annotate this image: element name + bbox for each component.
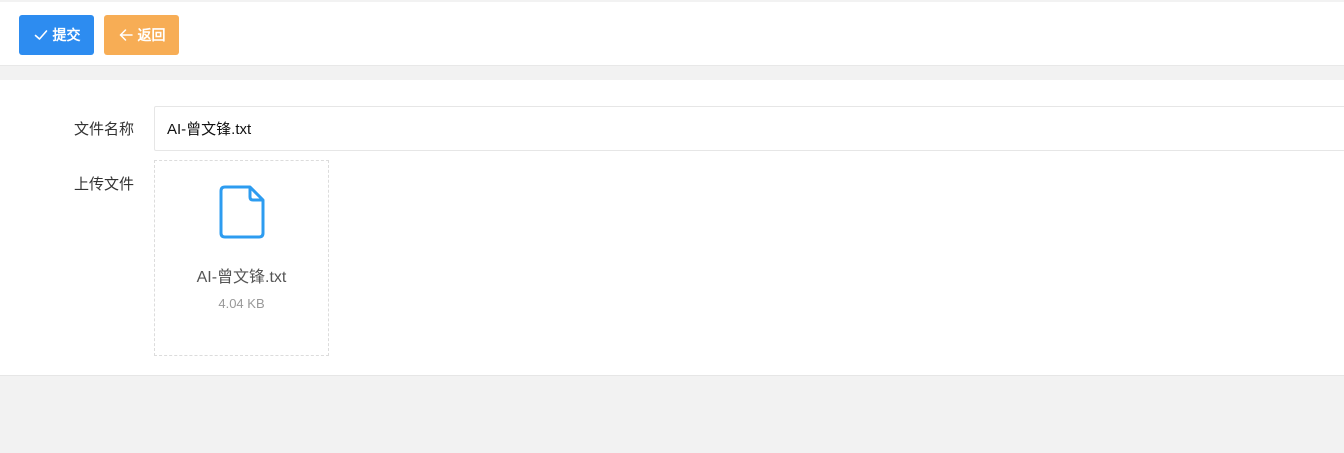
arrow-left-icon [118,27,134,43]
uploaded-file-size: 4.04 KB [218,296,265,311]
check-icon [33,27,49,43]
back-button-label: 返回 [137,28,166,44]
submit-button-label: 提交 [52,28,81,44]
back-button[interactable]: 返回 [104,15,179,55]
upload-file-label: 上传文件 [73,175,134,193]
file-name-label: 文件名称 [73,120,134,138]
file-name-input-value: AI-曾文锋.txt [167,121,252,138]
file-name-input[interactable]: AI-曾文锋.txt [154,106,1344,151]
file-icon [217,185,267,239]
form-panel: 文件名称 AI-曾文锋.txt 上传文件 AI-曾文锋.txt 4.04 KB [0,80,1344,376]
toolbar: 提交 返回 [0,2,1344,66]
uploaded-file-name: AI-曾文锋.txt [196,269,287,286]
upload-dropzone[interactable]: AI-曾文锋.txt 4.04 KB [154,160,329,356]
submit-button[interactable]: 提交 [19,15,94,55]
